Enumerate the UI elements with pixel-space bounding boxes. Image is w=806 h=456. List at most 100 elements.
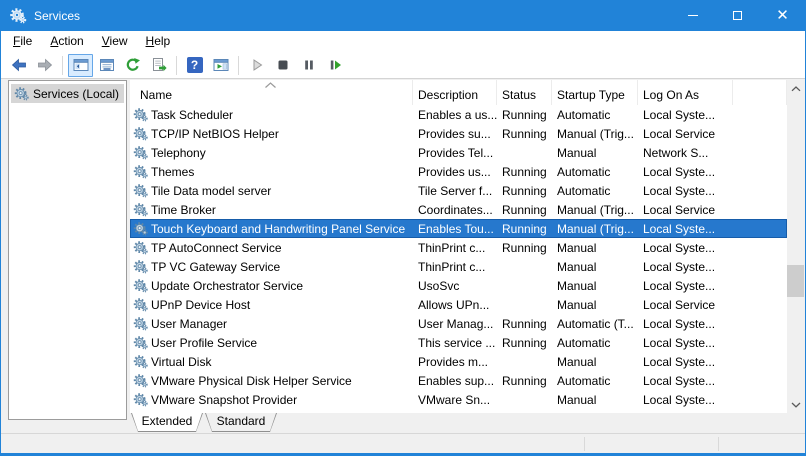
scroll-up-button[interactable] — [787, 80, 804, 97]
table-row[interactable]: TP AutoConnect Service ThinPrint c... Ru… — [130, 238, 787, 257]
menu-bar: File Action View Help — [1, 31, 805, 52]
service-startup-type: Automatic (T... — [552, 317, 638, 331]
service-startup-type: Manual — [552, 298, 638, 312]
maximize-button[interactable] — [715, 0, 760, 31]
table-row[interactable]: Time Broker Coordinates... Running Manua… — [130, 200, 787, 219]
toolbar-separator — [62, 56, 63, 75]
column-header-startup-type[interactable]: Startup Type — [552, 80, 638, 105]
menu-help[interactable]: Help — [137, 32, 180, 51]
table-row[interactable]: Telephony Provides Tel... Manual Network… — [130, 143, 787, 162]
service-startup-type: Automatic — [552, 108, 638, 122]
service-startup-type: Manual — [552, 355, 638, 369]
service-name: Telephony — [151, 146, 206, 160]
stop-service-button[interactable] — [270, 54, 295, 77]
close-button[interactable]: ✕ — [760, 0, 805, 31]
service-startup-type: Automatic — [552, 374, 638, 388]
pause-icon — [301, 57, 317, 73]
table-row[interactable]: Task Scheduler Enables a us... Running A… — [130, 105, 787, 124]
maximize-icon — [733, 11, 742, 20]
show-action-pane-button[interactable] — [208, 54, 233, 77]
service-startup-type: Manual (Trig... — [552, 203, 638, 217]
start-service-button[interactable] — [244, 54, 269, 77]
minimize-icon — [688, 15, 698, 16]
service-description: Provides m... — [413, 355, 497, 369]
service-gear-icon — [133, 336, 148, 350]
service-gear-icon — [133, 298, 148, 312]
table-row[interactable]: TCP/IP NetBIOS Helper Provides su... Run… — [130, 124, 787, 143]
service-description: User Manag... — [413, 317, 497, 331]
minimize-button[interactable] — [670, 0, 715, 31]
back-button[interactable] — [6, 54, 31, 77]
service-startup-type: Manual (Trig... — [552, 222, 638, 236]
menu-view[interactable]: View — [93, 32, 137, 51]
forward-button[interactable] — [32, 54, 57, 77]
service-status: Running — [497, 108, 552, 122]
table-row[interactable]: Update Orchestrator Service UsoSvc Manua… — [130, 276, 787, 295]
services-list-pane: Name Description Status Startup Type Log… — [130, 80, 804, 413]
tab-extended[interactable]: Extended — [131, 413, 203, 432]
service-description: Enables sup... — [413, 374, 497, 388]
table-row[interactable]: TP VC Gateway Service ThinPrint c... Man… — [130, 257, 787, 276]
export-list-button[interactable] — [146, 54, 171, 77]
properties-button[interactable] — [94, 54, 119, 77]
properties-icon — [99, 57, 115, 73]
service-description: Enables a us... — [413, 108, 497, 122]
service-startup-type: Automatic — [552, 165, 638, 179]
service-gear-icon — [133, 241, 148, 255]
scrollbar-thumb[interactable] — [787, 265, 804, 297]
service-logon-as: Local Syste... — [638, 336, 733, 350]
table-row[interactable]: UPnP Device Host Allows UPn... Manual Lo… — [130, 295, 787, 314]
help-icon: ? — [187, 57, 203, 73]
titlebar: Services ✕ — [1, 0, 805, 31]
table-row[interactable]: VMware Physical Disk Helper Service Enab… — [130, 371, 787, 390]
sort-ascending-icon — [264, 82, 277, 89]
column-header-filler — [733, 80, 787, 105]
action-pane-icon — [213, 57, 229, 73]
help-button[interactable]: ? — [182, 54, 207, 77]
main-content: Services (Local) Name Description Status… — [1, 79, 805, 433]
service-logon-as: Local Syste... — [638, 279, 733, 293]
column-header-description[interactable]: Description — [413, 80, 497, 105]
table-row[interactable]: Themes Provides us... Running Automatic … — [130, 162, 787, 181]
table-row[interactable]: User Profile Service This service ... Ru… — [130, 333, 787, 352]
console-tree-pane: Services (Local) — [8, 80, 127, 420]
service-description: Enables Tou... — [413, 222, 497, 236]
tree-item-services-local[interactable]: Services (Local) — [11, 84, 124, 103]
service-startup-type: Manual — [552, 393, 638, 407]
service-status: Running — [497, 127, 552, 141]
service-description: Coordinates... — [413, 203, 497, 217]
service-gear-icon — [133, 203, 148, 217]
restart-service-button[interactable] — [322, 54, 347, 77]
service-startup-type: Manual — [552, 260, 638, 274]
show-console-tree-button[interactable] — [68, 54, 93, 77]
table-row[interactable]: VMware Snapshot Provider VMware Sn... Ma… — [130, 390, 787, 409]
table-row[interactable]: Virtual Disk Provides m... Manual Local … — [130, 352, 787, 371]
pause-service-button[interactable] — [296, 54, 321, 77]
table-row[interactable]: User Manager User Manag... Running Autom… — [130, 314, 787, 333]
column-header-log-on-as[interactable]: Log On As — [638, 80, 733, 105]
menu-action[interactable]: Action — [41, 32, 92, 51]
service-description: Provides Tel... — [413, 146, 497, 160]
tab-standard[interactable]: Standard — [205, 413, 277, 432]
table-row[interactable]: Tile Data model server Tile Server f... … — [130, 181, 787, 200]
service-logon-as: Local Syste... — [638, 222, 733, 236]
vertical-scrollbar[interactable] — [787, 80, 804, 413]
console-tree-icon — [73, 57, 89, 73]
service-name: User Manager — [151, 317, 227, 331]
service-name: Themes — [151, 165, 194, 179]
service-gear-icon — [133, 279, 148, 293]
service-gear-icon — [133, 317, 148, 331]
refresh-button[interactable] — [120, 54, 145, 77]
table-row[interactable]: Touch Keyboard and Handwriting Panel Ser… — [130, 219, 787, 238]
service-logon-as: Local Service — [638, 203, 733, 217]
scroll-down-button[interactable] — [787, 396, 804, 413]
services-gear-icon — [10, 8, 27, 24]
service-description: UsoSvc — [413, 279, 497, 293]
service-status: Running — [497, 336, 552, 350]
column-header-status[interactable]: Status — [497, 80, 552, 105]
toolbar-separator — [176, 56, 177, 75]
menu-file[interactable]: File — [4, 32, 41, 51]
service-description: Allows UPn... — [413, 298, 497, 312]
play-icon — [249, 57, 265, 73]
service-gear-icon — [133, 108, 148, 122]
